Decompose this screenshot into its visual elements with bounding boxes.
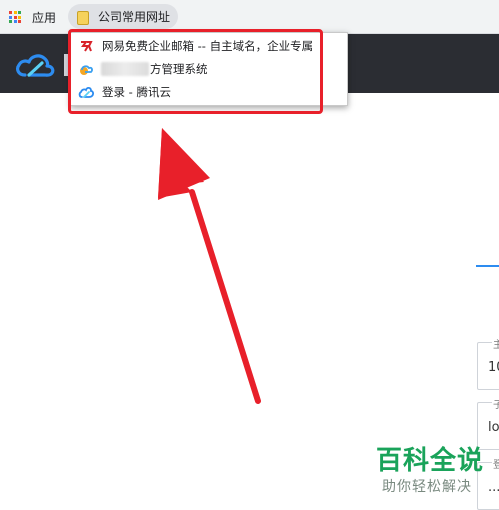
cloud-logo-icon: [16, 54, 55, 77]
field-label: 子: [492, 396, 499, 411]
active-tab-indicator: [476, 265, 499, 267]
apps-label: 应用: [32, 10, 57, 25]
watermark-title: 百科全说: [376, 446, 485, 476]
field-value: lo: [488, 420, 499, 435]
red-arrow-annotation: [158, 128, 261, 404]
watermark-subtitle: 助你轻松解决: [382, 479, 472, 495]
apps-shortcut[interactable]: 应用: [9, 8, 56, 26]
watermark: 百科全说 助你轻松解决: [372, 440, 497, 496]
apps-grid-icon: [9, 11, 21, 23]
field-label: 主: [492, 336, 499, 351]
form-field[interactable]: 主 10: [477, 336, 499, 390]
folder-icon: [77, 10, 89, 25]
field-value: 10: [488, 360, 499, 375]
red-highlight-box: [68, 29, 323, 114]
bookmark-folder-label: 公司常用网址: [98, 10, 171, 24]
bookmark-folder-button[interactable]: 公司常用网址: [68, 4, 178, 29]
